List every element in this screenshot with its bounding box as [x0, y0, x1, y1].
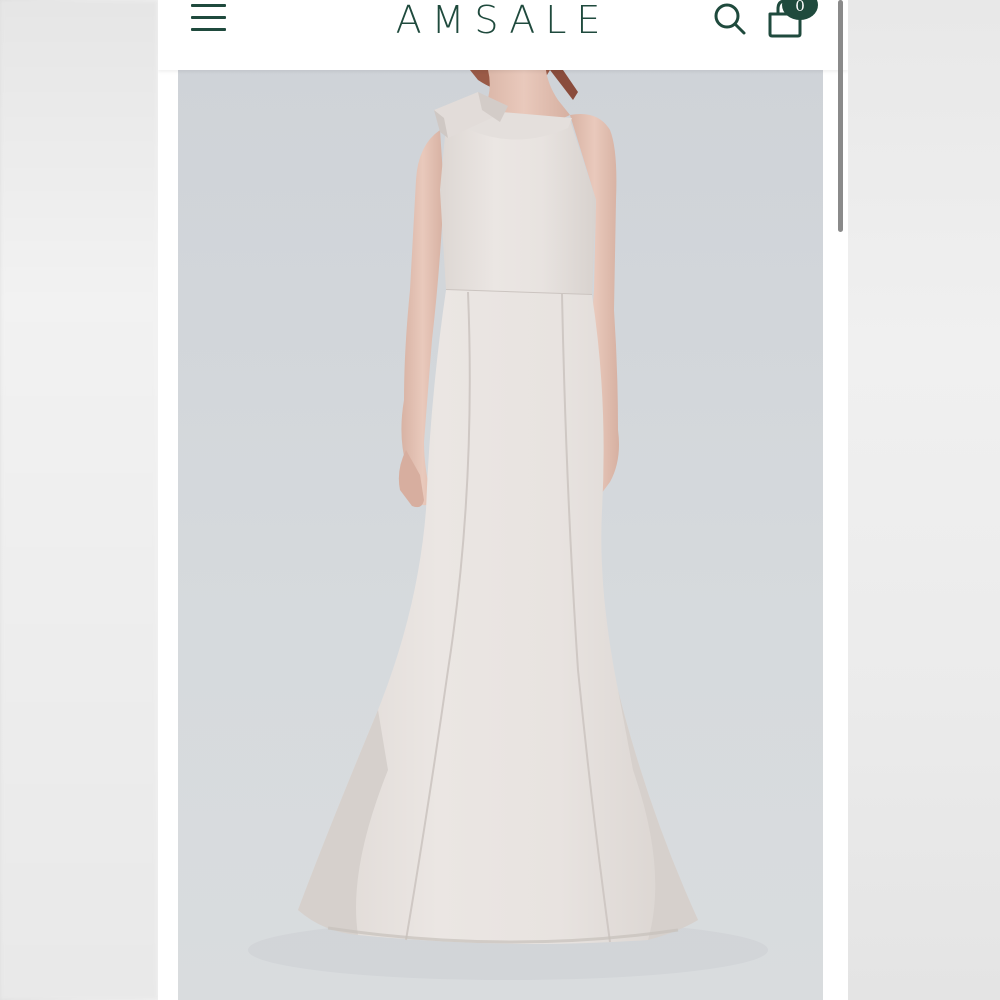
- search-icon: [714, 3, 746, 35]
- site-header: AMSALE: [158, 0, 848, 70]
- product-image[interactable]: [178, 70, 823, 1000]
- mobile-screen: AMSALE 0: [158, 0, 848, 1000]
- scrollbar-thumb[interactable]: [838, 0, 843, 232]
- search-button[interactable]: [710, 0, 750, 40]
- gown-photo: [178, 70, 823, 1000]
- background-blur-right: [848, 0, 1000, 1000]
- background-blur-left: [0, 0, 158, 1000]
